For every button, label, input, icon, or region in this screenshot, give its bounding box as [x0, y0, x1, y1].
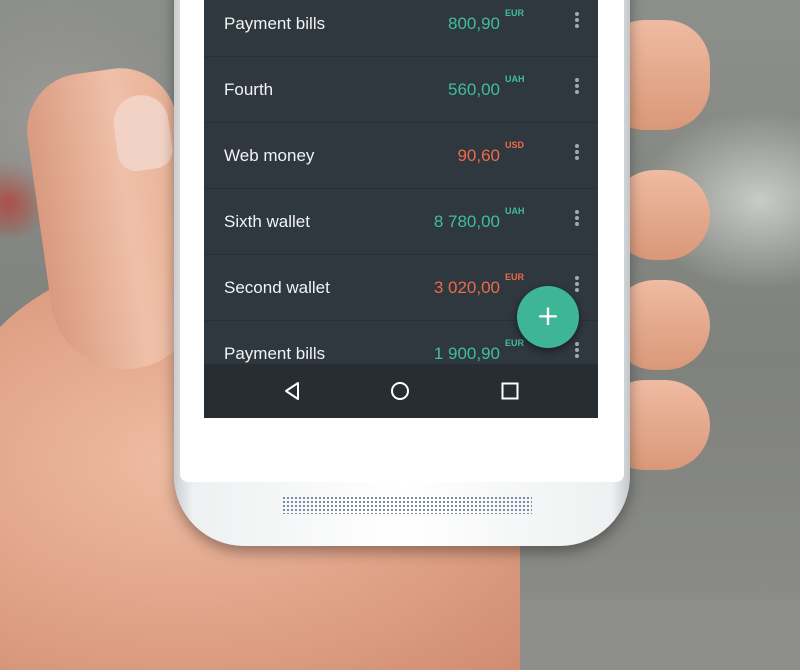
wallet-name: Payment bills [224, 14, 326, 33]
wallet-currency: UAH [505, 206, 525, 216]
more-options-icon[interactable] [573, 77, 581, 97]
wallet-name: Payment bills [224, 344, 326, 363]
wallet-row[interactable]: Sixth wallet 8 780,00 UAH [204, 190, 598, 255]
speaker-grille [282, 496, 532, 514]
back-triangle-icon[interactable] [282, 381, 302, 401]
wallet-amount: 3 020,00 [433, 278, 500, 297]
more-options-icon[interactable] [573, 11, 581, 31]
wallet-amount: 800,90 [448, 14, 500, 33]
more-options-icon[interactable] [573, 143, 581, 163]
wallet-amount: 560,00 [448, 80, 500, 99]
wallet-row[interactable]: Web money 90,60 USD [204, 124, 598, 189]
wallet-name: Sixth wallet [224, 212, 310, 231]
wallet-name: Second wallet [224, 278, 330, 297]
wallet-currency: UAH [505, 74, 525, 84]
more-options-icon[interactable] [573, 209, 581, 229]
wallet-amount: 1 900,90 [433, 344, 500, 363]
wallet-currency: EUR [505, 338, 525, 348]
wallet-currency: EUR [505, 272, 525, 282]
more-options-icon[interactable] [573, 275, 581, 295]
wallet-name: Fourth [224, 80, 274, 99]
add-wallet-button[interactable]: + [517, 286, 579, 348]
android-nav-bar [204, 364, 598, 418]
more-options-icon[interactable] [573, 341, 581, 361]
wallet-row[interactable]: Fourth 560,00 UAH [204, 58, 598, 123]
wallet-amount: 8 780,00 [433, 212, 500, 231]
wallet-currency: EUR [505, 8, 525, 18]
wallet-row[interactable]: Payment bills 800,90 EUR [204, 0, 598, 57]
wallet-currency: USD [505, 140, 525, 150]
wallet-amount: 90,60 [457, 146, 500, 165]
home-circle-icon[interactable] [390, 381, 410, 401]
recent-square-icon[interactable] [500, 381, 520, 401]
wallet-name: Web money [224, 146, 315, 165]
wallet-list-screen: Payment bills 800,90 EUR Fourth 560,00 UAH Web… [204, 0, 598, 418]
plus-icon: + [536, 299, 560, 332]
